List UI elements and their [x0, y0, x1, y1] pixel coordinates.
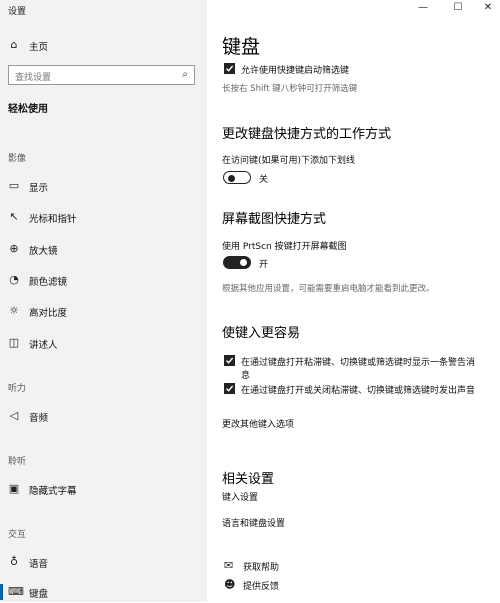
sound-checkbox[interactable]	[224, 383, 235, 394]
minimize-icon[interactable]: —	[415, 2, 431, 13]
captions-icon: ▣	[8, 482, 20, 495]
typing-settings-link[interactable]: 键入设置	[222, 490, 258, 503]
monitor-icon: ▭	[8, 179, 20, 192]
section-interaction: 交互	[8, 530, 27, 540]
sidebar: 设置 ⌂ 主页 查找设置 ⌕ 轻松使用 影像 ▭ 显示 ↖ 光标和指针 ⊕ 放大…	[0, 0, 207, 602]
sound-label: 在通过键盘打开或关闭粘滞键、切换键或筛选键时发出声音	[241, 386, 476, 396]
help-icon: ✉	[224, 559, 234, 572]
warning-message-label: 在通过键盘打开粘滞键、切换键或筛选键时显示一条警告消	[241, 358, 476, 368]
window-title: 设置	[8, 7, 27, 17]
nav-item-magnifier[interactable]: ⊕ 放大镜	[0, 238, 207, 260]
main-pane: — ☐ ✕ 键盘 允许使用快捷键启动筛选键 长按右 Shift 键八秒钟可打开筛…	[207, 0, 500, 602]
feedback-icon: ☻	[224, 578, 236, 591]
magnifier-icon: ⊕	[9, 242, 19, 255]
nav-item-display[interactable]: ▭ 显示	[0, 175, 207, 197]
microphone-icon: ♁	[9, 555, 19, 568]
check-icon	[226, 357, 234, 364]
typing-heading: 使键入更容易	[222, 326, 301, 341]
nav-item-narrator[interactable]: ◫ 讲述人	[0, 332, 207, 354]
sun-icon: ☼	[9, 304, 19, 317]
shortcut-heading: 更改键盘快捷方式的工作方式	[222, 127, 392, 142]
nav-item-label: 光标和指针	[29, 214, 77, 225]
nav-item-label: 显示	[29, 183, 49, 194]
category-title: 轻松使用	[8, 104, 48, 115]
printscreen-hint: 根据其他应用设置，可能需要重启电脑才能看到此更改。	[222, 284, 435, 294]
section-vision: 影像	[8, 154, 27, 164]
filter-keys-checkbox[interactable]	[224, 63, 235, 74]
keyboard-icon: ⌨	[8, 585, 24, 598]
related-heading: 相关设置	[222, 472, 275, 487]
nav-item-color-filters[interactable]: ◔ 颜色滤镜	[0, 269, 207, 291]
filter-keys-hint: 长按右 Shift 键八秒钟可打开筛选键	[222, 84, 358, 94]
toggle-knob	[240, 258, 247, 266]
home-icon: ⌂	[10, 38, 18, 51]
warning-message-label-2: 息	[241, 371, 251, 381]
nav-item-speech[interactable]: ♁ 语音	[0, 551, 207, 573]
other-typing-link[interactable]: 更改其他键入选项	[222, 417, 294, 430]
search-icon[interactable]: ⌕	[182, 69, 188, 80]
page-title: 键盘	[222, 36, 261, 58]
toggle-knob	[228, 174, 235, 182]
underline-toggle-state: 关	[259, 175, 269, 185]
nav-item-label: 放大镜	[29, 246, 58, 257]
language-settings-link[interactable]: 语言和键盘设置	[222, 516, 285, 529]
nav-item-label: 语音	[29, 559, 49, 570]
section-hearing-2: 聆听	[8, 457, 27, 467]
section-hearing: 听力	[8, 384, 27, 394]
printscreen-toggle-state: 开	[259, 260, 269, 270]
nav-item-label: 隐藏式字幕	[29, 486, 77, 497]
nav-item-audio[interactable]: ◁ 音频	[0, 405, 207, 427]
underline-label: 在访问键(如果可用)下添加下划线	[222, 156, 356, 166]
nav-item-captions[interactable]: ▣ 隐藏式字幕	[0, 478, 207, 500]
nav-item-label: 颜色滤镜	[29, 277, 68, 288]
printscreen-label: 使用 PrtScn 按键打开屏幕截图	[222, 242, 347, 252]
nav-home[interactable]: ⌂ 主页	[0, 34, 207, 56]
nav-item-label: 讲述人	[29, 340, 58, 351]
check-icon	[226, 65, 234, 72]
nav-item-label: 音频	[29, 413, 49, 424]
warning-message-checkbox[interactable]	[224, 355, 235, 366]
nav-item-cursor[interactable]: ↖ 光标和指针	[0, 206, 207, 228]
nav-home-label: 主页	[29, 42, 49, 53]
cursor-icon: ↖	[9, 210, 19, 223]
feedback-link[interactable]: 提供反馈	[243, 579, 279, 592]
search-placeholder: 查找设置	[15, 73, 52, 83]
printscreen-toggle[interactable]	[223, 256, 251, 269]
underline-toggle[interactable]	[223, 171, 251, 184]
nav-item-label: 键盘	[29, 589, 49, 600]
close-icon[interactable]: ✕	[480, 2, 496, 13]
nav-item-keyboard[interactable]: ⌨ 键盘	[0, 581, 207, 603]
get-help-link[interactable]: 获取帮助	[243, 560, 279, 573]
narrator-icon: ◫	[8, 336, 20, 349]
palette-icon: ◔	[9, 273, 19, 286]
filter-keys-label: 允许使用快捷键启动筛选键	[241, 66, 350, 76]
speaker-icon: ◁	[9, 409, 19, 422]
printscreen-heading: 屏幕截图快捷方式	[222, 212, 327, 227]
nav-item-high-contrast[interactable]: ☼ 高对比度	[0, 300, 207, 322]
check-icon	[226, 385, 234, 392]
nav-item-label: 高对比度	[29, 308, 68, 319]
maximize-icon[interactable]: ☐	[450, 2, 466, 13]
search-box[interactable]: 查找设置 ⌕	[8, 65, 195, 85]
